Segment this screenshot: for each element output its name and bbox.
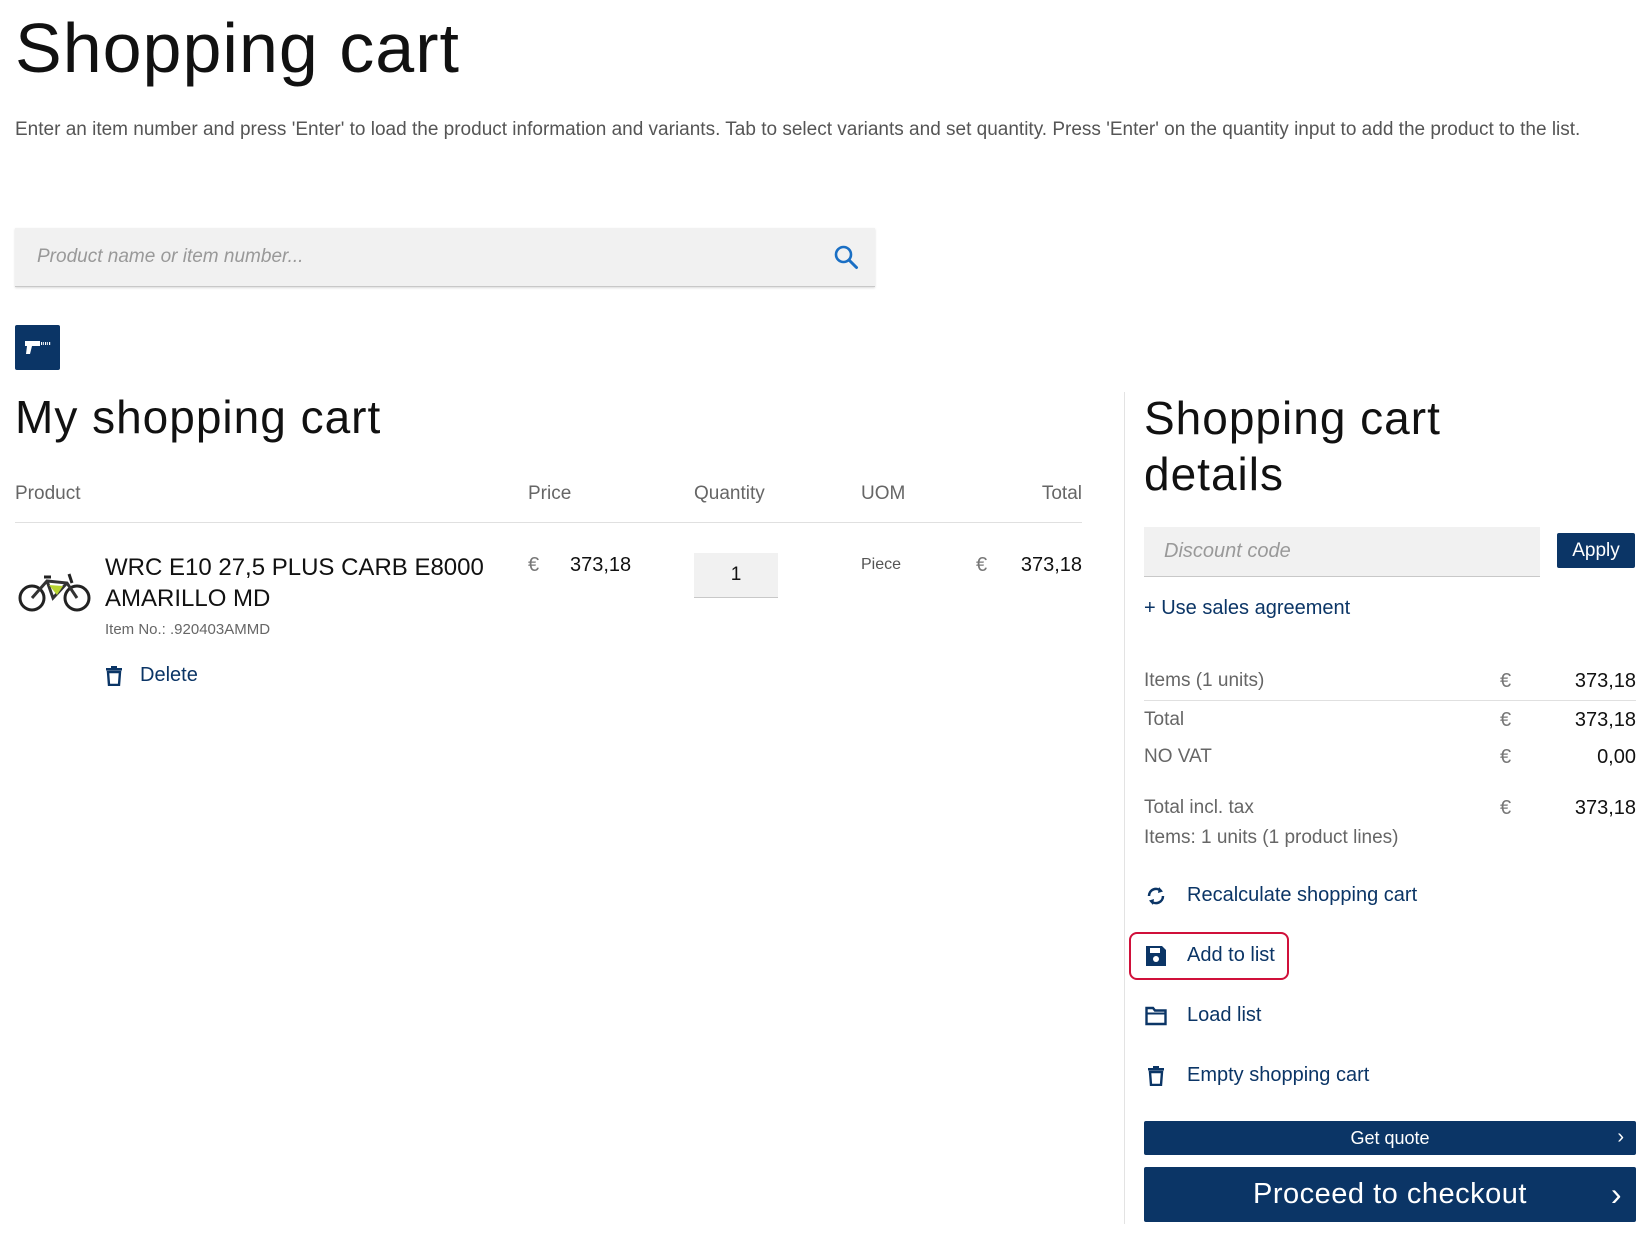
summary-items-value: 373,18 — [1574, 670, 1636, 692]
trash-icon — [1148, 1065, 1164, 1086]
checkout-label: Proceed to checkout — [1253, 1178, 1527, 1210]
get-quote-label: Get quote — [1350, 1127, 1430, 1148]
delete-button[interactable]: Delete — [106, 664, 198, 687]
product-name[interactable]: WRC E10 27,5 PLUS CARB E8000 AMARILLO MD — [105, 552, 505, 614]
summary-total-currency: € — [1500, 709, 1512, 731]
summary-items-currency: € — [1500, 670, 1512, 692]
search-input[interactable] — [15, 228, 839, 286]
recalculate-button[interactable]: Recalculate shopping cart — [1145, 884, 1417, 907]
get-quote-button[interactable]: Get quote › — [1144, 1121, 1636, 1155]
load-list-label: Load list — [1187, 1004, 1262, 1026]
delete-label: Delete — [140, 664, 198, 686]
details-title: Shopping cart details — [1144, 390, 1441, 502]
page-title: Shopping cart — [15, 9, 460, 87]
column-divider — [1124, 392, 1125, 1224]
summary-incl-tax-label: Total incl. tax — [1144, 797, 1254, 818]
summary-vat-currency: € — [1500, 746, 1512, 768]
barcode-scanner-button[interactable] — [15, 325, 60, 370]
column-header-total: Total — [1041, 483, 1082, 504]
summary-vat-value: 0,00 — [1597, 746, 1636, 768]
summary-vat-label: NO VAT — [1144, 746, 1212, 767]
summary-total-label: Total — [1144, 709, 1185, 730]
details-title-line1: Shopping cart — [1144, 392, 1441, 444]
trash-icon — [106, 665, 122, 686]
price-value: 373,18 — [570, 554, 632, 576]
empty-cart-button[interactable]: Empty shopping cart — [1145, 1064, 1369, 1087]
refresh-icon — [1147, 886, 1165, 905]
total-currency: € — [976, 554, 988, 576]
proceed-to-checkout-button[interactable]: Proceed to checkout › — [1144, 1167, 1636, 1222]
column-header-price: Price — [528, 483, 572, 504]
column-header-quantity: Quantity — [694, 483, 765, 504]
column-header-uom: UOM — [861, 483, 906, 504]
folder-icon — [1145, 1006, 1167, 1025]
empty-cart-label: Empty shopping cart — [1187, 1064, 1370, 1086]
summary-divider — [1144, 700, 1636, 701]
summary-incl-tax-value: 373,18 — [1574, 797, 1636, 819]
item-number: Item No.: .920403AMMD — [105, 621, 271, 638]
search-icon[interactable] — [833, 244, 859, 270]
uom-value: Piece — [861, 556, 902, 573]
load-list-button[interactable]: Load list — [1145, 1004, 1262, 1027]
add-to-list-button[interactable]: Add to list — [1145, 944, 1275, 967]
quantity-input[interactable] — [694, 553, 778, 598]
instructions-text: Enter an item number and press 'Enter' t… — [15, 119, 1581, 140]
details-title-line2: details — [1144, 448, 1284, 500]
price-currency: € — [528, 554, 540, 576]
cart-title: My shopping cart — [15, 391, 382, 443]
recalculate-label: Recalculate shopping cart — [1187, 884, 1418, 906]
save-icon — [1146, 945, 1166, 966]
column-header-product: Product — [15, 483, 81, 504]
summary-items-label: Items (1 units) — [1144, 670, 1265, 691]
chevron-right-icon: › — [1617, 1126, 1624, 1149]
search-bar — [15, 228, 875, 287]
line-total-value: 373,18 — [1020, 554, 1082, 576]
header-divider — [15, 522, 1082, 523]
use-sales-agreement-link[interactable]: + Use sales agreement — [1144, 597, 1350, 620]
chevron-right-icon: › — [1610, 1175, 1622, 1212]
product-thumbnail[interactable] — [17, 565, 92, 613]
summary-total-value: 373,18 — [1574, 709, 1636, 731]
apply-button[interactable]: Apply — [1557, 533, 1635, 568]
add-to-list-label: Add to list — [1187, 944, 1275, 966]
summary-incl-tax-currency: € — [1500, 797, 1512, 819]
barcode-scanner-icon — [25, 341, 51, 354]
discount-code-input[interactable] — [1144, 527, 1540, 577]
summary-lines-info: Items: 1 units (1 product lines) — [1144, 827, 1399, 848]
